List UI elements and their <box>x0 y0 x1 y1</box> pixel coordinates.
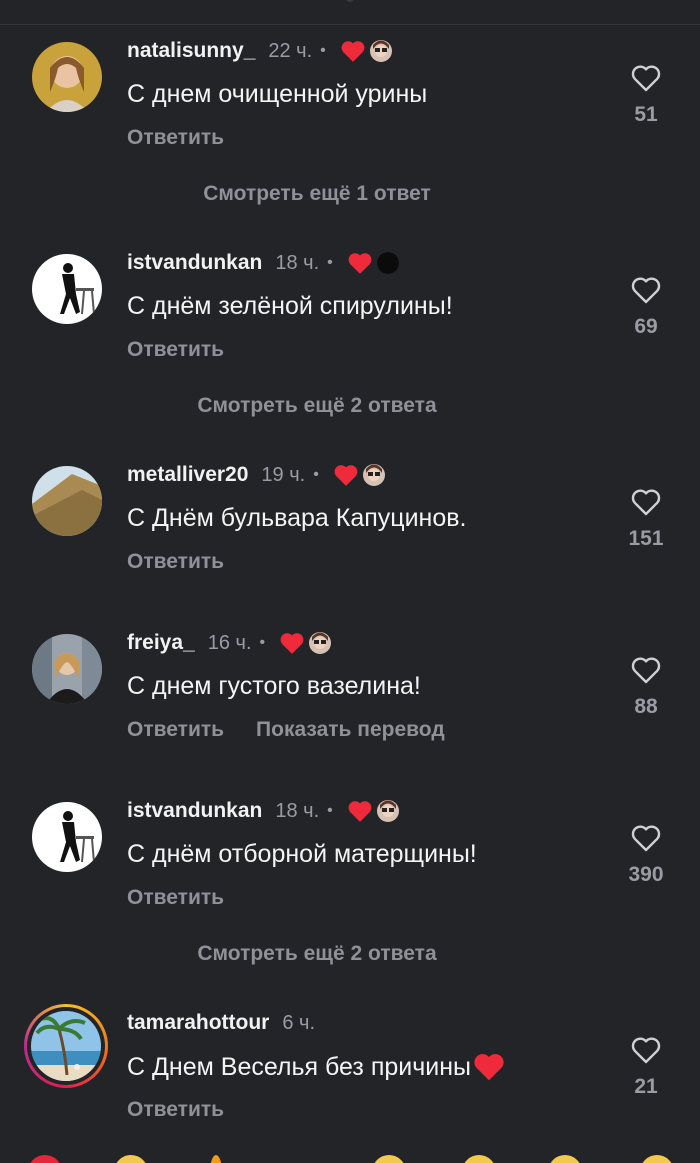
view-more-replies[interactable]: Смотреть ещё 2 ответа <box>0 394 634 418</box>
username[interactable]: istvandunkan <box>127 251 262 275</box>
author-liked-heart-icon <box>340 39 366 63</box>
separator-dot: • <box>320 42 326 59</box>
comment-text-row: С Днем Веселья без причины <box>127 1052 505 1082</box>
separator-dot: • <box>327 254 333 271</box>
timestamp: 18 ч. <box>275 251 320 274</box>
separator-dot: • <box>313 466 319 483</box>
avatar[interactable] <box>32 802 102 872</box>
heart-emoji-icon[interactable] <box>28 1155 62 1163</box>
like-count: 88 <box>634 695 658 718</box>
red-heart-icon <box>474 1054 504 1081</box>
like-count: 69 <box>634 315 658 338</box>
like-button[interactable]: 151 <box>620 487 672 551</box>
top-handle <box>346 0 354 2</box>
username[interactable]: natalisunny_ <box>127 39 255 63</box>
reply-button[interactable]: Ответить <box>127 718 224 742</box>
author-avatar-icon <box>362 464 385 486</box>
timestamp: 16 ч. <box>207 631 252 654</box>
emoji-quick-bar[interactable] <box>0 1152 700 1163</box>
comment-text: С днём зелёной спирулины! <box>127 292 453 320</box>
reply-button[interactable]: Ответить <box>127 886 224 910</box>
reply-button[interactable]: Ответить <box>127 338 224 362</box>
comment-text: С днем густого вазелина! <box>127 672 421 700</box>
avatar[interactable] <box>32 42 102 112</box>
like-button[interactable]: 51 <box>620 63 672 127</box>
avatar[interactable] <box>32 634 102 704</box>
reply-button[interactable]: Ответить <box>127 550 224 574</box>
like-count: 21 <box>634 1075 658 1098</box>
comment-text: С Днём бульвара Капуцинов. <box>127 504 467 532</box>
comment-text: С Днем Веселья без причины <box>127 1052 471 1081</box>
avatar-story-ring[interactable] <box>24 1004 108 1088</box>
timestamp: 19 ч. <box>261 463 306 486</box>
view-more-replies[interactable]: Смотреть ещё 2 ответа <box>0 942 634 966</box>
heart-outline-icon[interactable] <box>630 655 662 685</box>
view-more-replies[interactable]: Смотреть ещё 1 ответ <box>0 182 634 206</box>
timestamp: 6 ч. <box>282 1011 316 1034</box>
emoji-icon[interactable] <box>210 1155 222 1163</box>
timestamp: 22 ч. <box>268 39 313 62</box>
like-button[interactable]: 69 <box>620 275 672 339</box>
emoji-icon[interactable] <box>372 1155 406 1163</box>
heart-outline-icon[interactable] <box>630 823 662 853</box>
like-count: 151 <box>628 527 664 550</box>
like-count: 51 <box>634 103 658 126</box>
author-avatar-icon <box>309 632 332 654</box>
author-liked-heart-icon <box>347 799 373 823</box>
comment-text: С днём отборной матерщины! <box>127 840 477 868</box>
author-liked-heart-icon <box>279 631 305 655</box>
username[interactable]: istvandunkan <box>127 799 262 823</box>
author-avatar-icon <box>369 40 392 62</box>
username[interactable]: freiya_ <box>127 631 195 655</box>
comment-text: С днем очищенной урины <box>127 80 428 108</box>
avatar[interactable] <box>32 466 102 536</box>
top-divider <box>0 0 700 25</box>
emoji-icon[interactable] <box>114 1155 148 1163</box>
reply-button[interactable]: Ответить <box>127 126 224 150</box>
separator-dot: • <box>327 802 333 819</box>
like-count: 390 <box>628 863 664 886</box>
timestamp: 18 ч. <box>275 799 320 822</box>
show-translation-button[interactable]: Показать перевод <box>256 718 445 742</box>
separator-dot: • <box>259 634 266 651</box>
author-liked-heart-icon <box>333 463 359 487</box>
emoji-icon[interactable] <box>548 1155 582 1163</box>
like-button[interactable]: 390 <box>620 823 672 887</box>
like-button[interactable]: 21 <box>620 1035 672 1099</box>
author-avatar-icon <box>376 800 399 822</box>
heart-outline-icon[interactable] <box>630 275 662 305</box>
black-circle-icon <box>376 252 399 274</box>
author-liked-heart-icon <box>347 251 373 275</box>
heart-outline-icon[interactable] <box>630 1035 662 1065</box>
username[interactable]: tamarahottour <box>127 1011 269 1035</box>
emoji-icon[interactable] <box>640 1155 674 1163</box>
reply-button[interactable]: Ответить <box>127 1098 224 1122</box>
heart-outline-icon[interactable] <box>630 487 662 517</box>
heart-outline-icon[interactable] <box>630 63 662 93</box>
avatar <box>31 1011 101 1081</box>
avatar[interactable] <box>32 254 102 324</box>
username[interactable]: metalliver20 <box>127 463 248 487</box>
emoji-icon[interactable] <box>462 1155 496 1163</box>
like-button[interactable]: 88 <box>620 655 672 719</box>
